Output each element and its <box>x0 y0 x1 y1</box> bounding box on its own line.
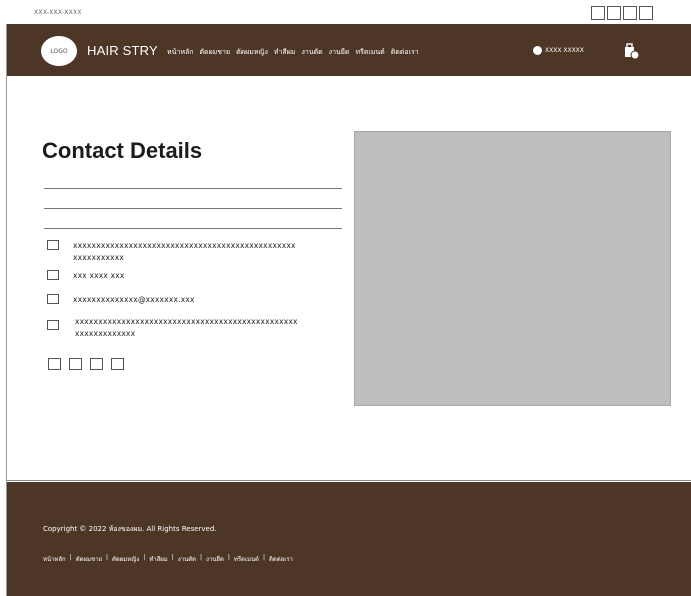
nav-item-treatment[interactable]: ทรีตเมนต์ <box>355 47 384 58</box>
main-navbar: LOGO HAIR STRY หน้าหลัก ตัดผมชาย ตัดผมหญ… <box>7 24 691 76</box>
twitter-icon[interactable] <box>639 6 653 20</box>
contact-email[interactable]: xxxxxxxxxxxxxx@xxxxxxx.xxx <box>73 294 195 306</box>
footer-separator: | <box>171 554 174 561</box>
footer-separator: | <box>105 554 108 561</box>
line-icon[interactable] <box>90 358 103 370</box>
contact-social-icons <box>48 358 124 370</box>
footer-link-contact[interactable]: ติดต่อเรา <box>269 554 293 564</box>
facebook-icon[interactable] <box>591 6 605 20</box>
user-name: XXXX XXXXX <box>545 47 584 54</box>
divider-line <box>44 228 342 229</box>
line-icon[interactable] <box>623 6 637 20</box>
instagram-icon[interactable] <box>69 358 82 370</box>
nav-item-straightening[interactable]: งานยืด <box>329 47 350 58</box>
brand-name[interactable]: HAIR STRY <box>87 43 158 58</box>
nav-item-men-haircut[interactable]: ตัดผมชาย <box>199 47 230 58</box>
map-placeholder[interactable] <box>354 131 671 406</box>
footer-link-cutting[interactable]: งานตัด <box>178 554 196 564</box>
email-icon <box>47 294 59 304</box>
footer-link-hair-color[interactable]: ทำสีผม <box>149 554 167 564</box>
footer-link-women-haircut[interactable]: ตัดผมหญิง <box>112 554 139 564</box>
top-bar: XXX-XXX-XXXX <box>6 0 691 24</box>
facebook-icon[interactable] <box>48 358 61 370</box>
contact-hours-row: xxxxxxxxxxxxxxxxxxxxxxxxxxxxxxxxxxxxxxxx… <box>47 316 317 340</box>
nav-item-women-haircut[interactable]: ตัดผมหญิง <box>236 47 268 58</box>
footer-separator: | <box>227 554 230 561</box>
top-social-icons <box>591 6 653 20</box>
avatar <box>533 46 542 55</box>
clock-icon <box>47 320 59 330</box>
footer-link-treatment[interactable]: ทรีตเมนต์ <box>234 554 259 564</box>
instagram-icon[interactable] <box>607 6 621 20</box>
contact-list: xxxxxxxxxxxxxxxxxxxxxxxxxxxxxxxxxxxxxxxx… <box>47 240 317 340</box>
contact-address: xxxxxxxxxxxxxxxxxxxxxxxxxxxxxxxxxxxxxxxx… <box>73 241 296 262</box>
twitter-icon[interactable] <box>111 358 124 370</box>
nav-item-cutting[interactable]: งานตัด <box>301 47 322 58</box>
footer-link-men-haircut[interactable]: ตัดผมชาย <box>76 554 102 564</box>
contact-address-row: xxxxxxxxxxxxxxxxxxxxxxxxxxxxxxxxxxxxxxxx… <box>47 240 317 264</box>
contact-hours: xxxxxxxxxxxxxxxxxxxxxxxxxxxxxxxxxxxxxxxx… <box>75 317 298 338</box>
footer-link-home[interactable]: หน้าหลัก <box>43 554 66 564</box>
contact-phone-row: xxx xxxx xxx <box>47 270 317 282</box>
contact-phone[interactable]: xxx xxxx xxx <box>73 270 125 282</box>
contact-email-row: xxxxxxxxxxxxxx@xxxxxxx.xxx <box>47 294 317 306</box>
divider-line <box>44 208 342 209</box>
location-icon <box>47 240 59 250</box>
footer-separator: | <box>262 554 265 561</box>
logo-text: LOGO <box>50 47 68 55</box>
cart-icon[interactable] <box>622 42 640 60</box>
footer-separator: | <box>200 554 203 561</box>
nav-menu: หน้าหลัก ตัดผมชาย ตัดผมหญิง ทำสีผม งานตั… <box>167 47 419 58</box>
nav-item-home[interactable]: หน้าหลัก <box>167 47 193 58</box>
logo[interactable]: LOGO <box>41 36 77 66</box>
divider-line <box>44 188 342 189</box>
footer-separator: | <box>69 554 72 561</box>
copyright-text: Copyright © 2022 ห้องของผม. All Rights R… <box>43 525 217 533</box>
phone-icon <box>47 270 59 280</box>
contact-section: Contact Details xxxxxxxxxxxxxxxxxxxxxxxx… <box>7 76 691 480</box>
top-phone-number: XXX-XXX-XXXX <box>34 9 82 16</box>
user-account[interactable]: XXXX XXXXX <box>533 46 584 55</box>
nav-item-contact[interactable]: ติดต่อเรา <box>391 47 419 58</box>
nav-item-hair-color[interactable]: ทำสีผม <box>274 47 296 58</box>
footer-links: หน้าหลัก | ตัดผมชาย | ตัดผมหญิง | ทำสีผม… <box>43 554 293 564</box>
footer-separator: | <box>143 554 146 561</box>
footer-link-straightening[interactable]: งานยืด <box>206 554 224 564</box>
footer-divider <box>7 480 691 481</box>
footer: Copyright © 2022 ห้องของผม. All Rights R… <box>7 482 691 596</box>
page-title: Contact Details <box>42 138 203 163</box>
